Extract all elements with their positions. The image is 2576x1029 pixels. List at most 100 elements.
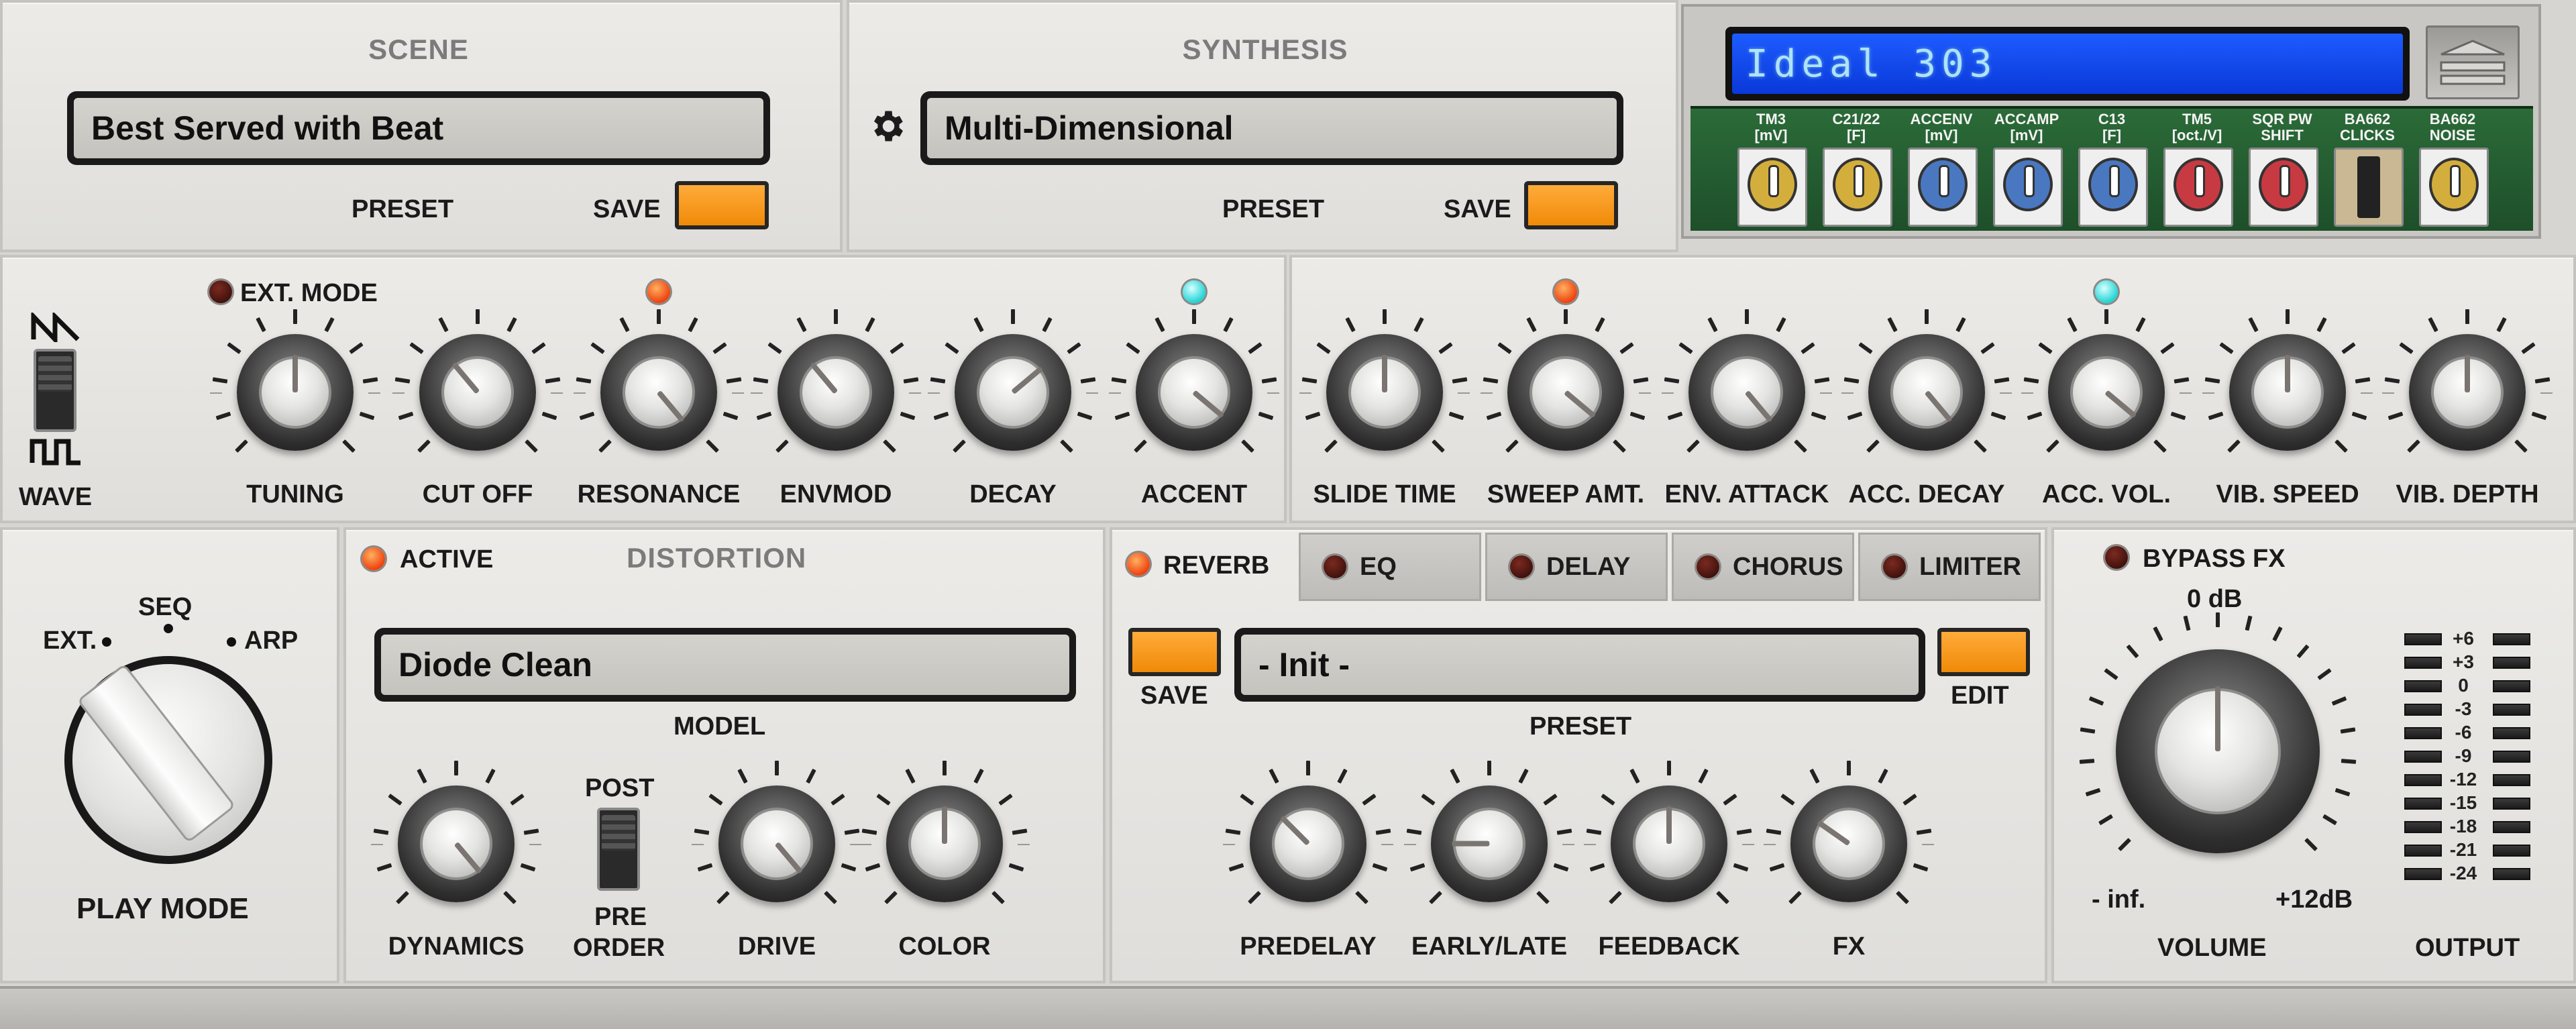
knob-tick: [1847, 761, 1851, 775]
meter-segment-right: [2493, 727, 2530, 739]
bottom-bar: [0, 986, 2576, 1029]
meter-segment-right: [2493, 633, 2530, 645]
knob-tick: [1925, 309, 1929, 324]
acc-vol-knob[interactable]: [2048, 334, 2165, 451]
tab-chorus[interactable]: CHORUS: [1672, 533, 1854, 601]
eject-icon[interactable]: [2426, 25, 2520, 99]
hardware-display-text: Ideal 303: [1732, 34, 2403, 94]
eq-tab-led: [1324, 555, 1346, 578]
tab-limiter-label: LIMITER: [1919, 552, 2021, 581]
synthesis-save-button[interactable]: [1524, 181, 1618, 229]
order-switch[interactable]: [597, 808, 640, 891]
trimmer-pot[interactable]: [1908, 148, 1978, 227]
accent-knob[interactable]: [1136, 334, 1252, 451]
fx-save-button[interactable]: [1128, 628, 1221, 676]
scene-save-label: SAVE: [593, 195, 661, 223]
trimmer-pot[interactable]: [2163, 148, 2233, 227]
gear-icon[interactable]: [867, 106, 907, 146]
scene-title: SCENE: [368, 34, 469, 65]
fx-edit-label: EDIT: [1951, 682, 2009, 710]
trimmer-pot[interactable]: [2078, 148, 2148, 227]
knob-side-tick: [1742, 844, 1754, 845]
volume-max-label: +12dB: [2275, 885, 2353, 914]
meter-segment-right: [2493, 798, 2530, 810]
distortion-active-led[interactable]: [362, 547, 385, 570]
play-mode-option-seq[interactable]: SEQ: [138, 593, 192, 622]
play-mode-option-arp[interactable]: ARP: [244, 627, 298, 655]
knob-tick: [2465, 309, 2469, 324]
fx-preset-display[interactable]: - Init -: [1234, 628, 1925, 702]
circuit-board: TM3 [mV] C21/22 [F] ACCENV [mV] ACCAMP [mV]…: [1690, 106, 2533, 231]
knob-side-tick: [1922, 844, 1934, 845]
dynamics-knob[interactable]: [398, 786, 515, 902]
accent-led: [1183, 280, 1205, 303]
knob-side-tick: [909, 392, 921, 394]
distortion-model-display[interactable]: Diode Clean: [374, 628, 1076, 702]
fx-edit-button[interactable]: [1937, 628, 2030, 676]
vib-depth-knob[interactable]: [2409, 334, 2526, 451]
fx-knob[interactable]: [1790, 786, 1907, 902]
knob-side-tick: [1404, 844, 1416, 845]
tab-delay[interactable]: DELAY: [1485, 533, 1668, 601]
knob-tick: [775, 761, 779, 775]
bypass-fx-led[interactable]: [2105, 546, 2128, 569]
chorus-tab-led: [1697, 555, 1719, 578]
resonance-knob[interactable]: [600, 334, 717, 451]
meter-scale-label: -12: [2449, 769, 2477, 790]
ext-mode-led[interactable]: [209, 280, 232, 303]
meter-scale-label: -18: [2449, 816, 2477, 836]
early-late-knob[interactable]: [1431, 786, 1548, 902]
meter-scale-label: -15: [2449, 792, 2477, 813]
sweep-amt-knob[interactable]: [1507, 334, 1624, 451]
output-label: OUTPUT: [2415, 934, 2520, 962]
predelay-knob[interactable]: [1250, 786, 1366, 902]
wave-switch[interactable]: [34, 349, 76, 432]
tab-eq[interactable]: EQ: [1299, 533, 1481, 601]
knob-side-tick: [751, 392, 763, 394]
fx-preset-label: PRESET: [1529, 712, 1632, 741]
trimmer-pot[interactable]: [1737, 148, 1807, 227]
play-mode-option-ext[interactable]: EXT.: [43, 627, 97, 655]
trimmer-pot[interactable]: [2419, 148, 2489, 227]
cut-off-knob[interactable]: [419, 334, 536, 451]
tab-reverb[interactable]: REVERB: [1163, 551, 1269, 580]
clicks-switch[interactable]: [2334, 148, 2404, 227]
knob-tick: [2286, 309, 2290, 324]
knob-side-tick: [2180, 392, 2192, 394]
drive-knob[interactable]: [718, 786, 835, 902]
scene-save-button[interactable]: [675, 181, 769, 229]
color-knob[interactable]: [886, 786, 1003, 902]
color-label: COLOR: [898, 932, 991, 961]
synthesis-preset-display[interactable]: Multi-Dimensional: [920, 91, 1623, 165]
trimmer-label: C13 [F]: [2098, 111, 2126, 144]
decay-knob[interactable]: [955, 334, 1071, 451]
synthesis-preset-name: Multi-Dimensional: [927, 98, 1617, 158]
acc-decay-knob[interactable]: [1868, 334, 1985, 451]
vib-speed-knob[interactable]: [2229, 334, 2346, 451]
knob-tick: [2104, 309, 2108, 324]
resonance-led: [647, 280, 670, 303]
knob-tick: [943, 761, 947, 775]
scene-preset-display[interactable]: Best Served with Beat: [67, 91, 770, 165]
trimmer-pot[interactable]: [1993, 148, 2063, 227]
volume-knob[interactable]: [2116, 649, 2320, 853]
envmod-knob[interactable]: [777, 334, 894, 451]
trimmer-pot[interactable]: [1823, 148, 1892, 227]
slide-time-knob[interactable]: [1326, 334, 1443, 451]
tab-chorus-label: CHORUS: [1733, 552, 1843, 581]
play-mode-selector[interactable]: [64, 656, 272, 864]
trimmer-pot[interactable]: [2249, 148, 2318, 227]
vib-depth-label: VIB. DEPTH: [2396, 480, 2539, 508]
play-mode-title: PLAY MODE: [76, 892, 249, 925]
knob-side-tick: [1639, 392, 1651, 394]
knob-tick: [454, 761, 458, 775]
distortion-model-label: MODEL: [674, 712, 766, 741]
feedback-knob[interactable]: [1611, 786, 1727, 902]
env-attack-knob[interactable]: [1688, 334, 1805, 451]
knob-tick: [1667, 761, 1671, 775]
trimmer-label: ACCAMP [mV]: [1994, 111, 2059, 144]
tuning-knob[interactable]: [237, 334, 354, 451]
limiter-tab-led: [1883, 555, 1906, 578]
tab-limiter[interactable]: LIMITER: [1858, 533, 2041, 601]
meter-segment-right: [2493, 845, 2530, 857]
